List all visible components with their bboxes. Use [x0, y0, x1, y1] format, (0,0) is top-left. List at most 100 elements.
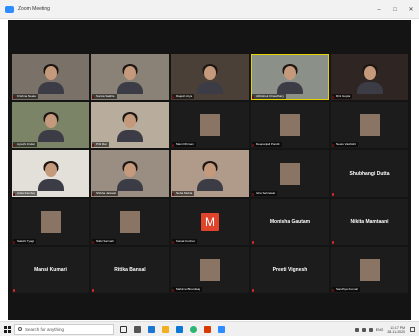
notification-icon[interactable]: [410, 327, 415, 332]
search-placeholder: Search for anything: [25, 326, 65, 332]
clock-date: 28-11-2020: [387, 329, 405, 334]
mic-muted-icon: [92, 288, 94, 292]
participant-name: Ayushi Jindal: [13, 142, 37, 147]
participant-video: [117, 112, 143, 142]
participant-display-name: Preeti Vignesh: [272, 267, 308, 273]
participant-name: Isha Sehrawat: [252, 191, 278, 196]
participant-tile[interactable]: Abhishek Chaudhary: [251, 54, 329, 100]
clock[interactable]: 11:17 PM 28-11-2020: [387, 326, 405, 334]
participant-display-name: Nikita Mamtaani: [350, 219, 389, 225]
taskbar: Search for anything ENG 11:17 PM 28-11-2…: [0, 321, 419, 336]
profile-picture: [200, 259, 220, 281]
participant-tile[interactable]: Mansi Kumari: [12, 247, 89, 293]
edge-browser-icon[interactable]: [148, 325, 155, 333]
participant-tile[interactable]: Sakshi Tyagi: [12, 199, 89, 245]
chrome-icon[interactable]: [190, 325, 197, 333]
participant-name: Deepanjali Pandit: [252, 142, 282, 147]
participant-name: Sandhya Kumari: [332, 287, 361, 292]
participant-tile[interactable]: Preeti Vignesh: [251, 247, 329, 293]
start-button[interactable]: [0, 322, 14, 336]
maximize-button[interactable]: □: [387, 0, 403, 19]
file-explorer-icon[interactable]: [162, 325, 169, 333]
taskbar-search[interactable]: Search for anything: [14, 323, 114, 335]
participant-tile[interactable]: Mani Dhiman: [171, 102, 249, 148]
participant-video: [277, 64, 303, 94]
windows-logo-icon: [3, 325, 11, 333]
participant-tile[interactable]: Rajesh Arya: [171, 54, 249, 100]
title-bar: Zoom Meeting – □ ✕: [0, 0, 419, 19]
language-indicator[interactable]: ENG: [376, 328, 384, 332]
mic-muted-icon: [332, 240, 334, 244]
participant-tile[interactable]: Nikita Mamtaani: [331, 199, 408, 245]
participant-display-name: Monisha Gautam: [269, 219, 311, 225]
participant-tile[interactable]: Isha Sehrawat: [251, 150, 329, 197]
participant-display-name: Ritika Bansal: [114, 267, 146, 273]
participant-video: [37, 112, 64, 142]
system-tray: ENG 11:17 PM 28-11-2020: [354, 322, 415, 336]
participant-name: Kanak Kochar: [172, 239, 197, 244]
zoom-app-icon[interactable]: [218, 325, 225, 333]
participant-tile[interactable]: M Kanak Kochar: [171, 199, 249, 245]
participant-display-name: Shubhangi Dutta: [349, 170, 390, 177]
mic-muted-icon: [252, 240, 254, 244]
participant-name: Nikki Sarmah: [92, 239, 116, 244]
meeting-gallery: Krishna Neela Sunita Sakhle Rajesh Arya Abh…: [8, 20, 411, 320]
participant-display-name: Mansi Kumari: [34, 267, 67, 273]
profile-picture: [280, 162, 300, 185]
participant-tile[interactable]: Krishna Neela: [12, 54, 89, 100]
participant-name: Rajesh Arya: [172, 94, 195, 99]
participant-name: Neelu Vashisht: [332, 142, 358, 147]
window-title: Zoom Meeting: [18, 6, 50, 12]
participant-video: [37, 161, 64, 191]
chevron-up-icon[interactable]: [354, 327, 359, 332]
task-view-icon[interactable]: [134, 325, 141, 333]
participant-name: Priti Rai: [92, 142, 109, 147]
mic-muted-icon: [332, 192, 334, 196]
participant-name: Mahima Bhardwaj: [172, 287, 203, 292]
participant-name: Anita Kamboj: [13, 191, 37, 196]
profile-picture: [120, 211, 140, 233]
mic-muted-icon: [252, 288, 254, 292]
participant-video: [197, 161, 223, 191]
participant-tile[interactable]: Shubhangi Dutta: [331, 150, 408, 197]
participant-tile[interactable]: Priti Rai: [91, 102, 169, 148]
participant-tile[interactable]: Monisha Gautam: [251, 199, 329, 245]
profile-picture: [40, 211, 61, 233]
participant-tile[interactable]: Sandhya Kumari: [331, 247, 408, 293]
pinned-apps: [120, 325, 232, 333]
participant-tile[interactable]: Mahima Bhardwaj: [171, 247, 249, 293]
minimize-button[interactable]: –: [371, 0, 387, 19]
store-icon[interactable]: [176, 325, 183, 333]
participant-grid: Krishna Neela Sunita Sakhle Rajesh Arya Abh…: [12, 54, 408, 293]
participant-tile[interactable]: Nikki Sarmah: [91, 199, 169, 245]
participant-name: Rini Gupta: [332, 94, 353, 99]
participant-name: Sakshi Tyagi: [13, 239, 36, 244]
participant-tile[interactable]: Shikha Jaiswal: [91, 150, 169, 197]
network-icon[interactable]: [361, 327, 366, 332]
participant-tile[interactable]: Rini Gupta: [331, 54, 408, 100]
participant-tile[interactable]: Sunita Sakhle: [91, 54, 169, 100]
volume-icon[interactable]: [368, 327, 373, 332]
participant-video: [197, 64, 223, 94]
participant-video: [117, 64, 143, 94]
mic-muted-icon: [13, 288, 15, 292]
participant-video: [356, 64, 383, 94]
participant-tile[interactable]: Ayushi Jindal: [12, 102, 89, 148]
participant-name: Krishna Neela: [13, 94, 38, 99]
participant-tile[interactable]: Neha Mehta: [171, 150, 249, 197]
profile-picture: [280, 114, 300, 136]
cortana-icon[interactable]: [120, 325, 127, 333]
profile-picture: [200, 114, 220, 136]
participant-video: [117, 161, 143, 191]
participant-name: Neha Mehta: [172, 191, 195, 196]
participant-tile[interactable]: Anita Kamboj: [12, 150, 89, 197]
participant-tile[interactable]: Ritika Bansal: [91, 247, 169, 293]
participant-name: Sunita Sakhle: [92, 94, 117, 99]
office-icon[interactable]: [204, 325, 211, 333]
participant-tile[interactable]: Deepanjali Pandit: [251, 102, 329, 148]
participant-tile[interactable]: Neelu Vashisht: [331, 102, 408, 148]
avatar: M: [201, 213, 219, 231]
profile-picture: [359, 259, 380, 281]
zoom-logo-icon: [5, 5, 14, 13]
close-button[interactable]: ✕: [403, 0, 419, 19]
